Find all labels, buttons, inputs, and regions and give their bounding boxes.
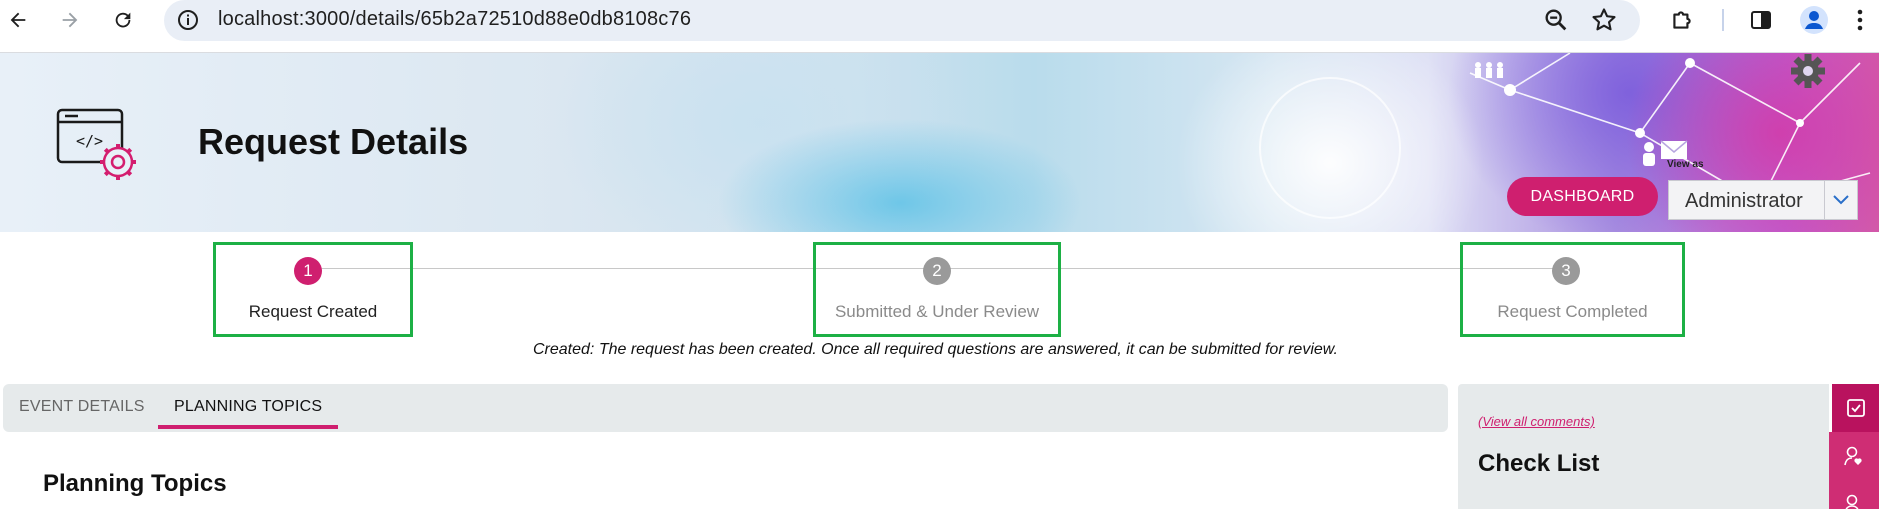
step-number: 2	[923, 257, 951, 285]
code-settings-icon: </>	[56, 108, 140, 186]
zoom-icon[interactable]	[1542, 6, 1570, 34]
role-select-value: Administrator	[1685, 190, 1803, 212]
tab-planning-topics[interactable]: PLANNING TOPICS	[174, 398, 322, 416]
tab-bar: EVENT DETAILS PLANNING TOPICS	[3, 384, 1448, 432]
tab-event-details[interactable]: EVENT DETAILS	[19, 398, 145, 416]
status-message: Created: The request has been created. O…	[533, 341, 1338, 358]
chevron-down-icon[interactable]	[1824, 181, 1857, 219]
checklist-panel: (View all comments) Check List	[1458, 384, 1830, 509]
address-bar[interactable]: localhost:3000/details/65b2a72510d88e0db…	[164, 0, 1640, 41]
side-panel-icon[interactable]	[1745, 4, 1777, 36]
step-label: Request Completed	[1497, 302, 1648, 321]
user-favorite-icon[interactable]	[1829, 432, 1879, 480]
reload-icon[interactable]	[105, 2, 141, 38]
back-arrow-icon[interactable]	[0, 2, 36, 38]
user-icon[interactable]	[1829, 480, 1879, 528]
url-text[interactable]: localhost:3000/details/65b2a72510d88e0db…	[218, 8, 691, 31]
page-title: Request Details	[198, 121, 469, 162]
role-select[interactable]: Administrator	[1668, 180, 1858, 220]
dashboard-button[interactable]: DASHBOARD	[1507, 177, 1658, 216]
extensions-icon[interactable]	[1666, 4, 1698, 36]
gear-icon[interactable]	[1790, 53, 1826, 89]
step-label: Request Created	[248, 302, 378, 321]
step-number: 3	[1552, 257, 1580, 285]
step-label: Submitted & Under Review	[834, 302, 1040, 321]
view-all-comments-link[interactable]: (View all comments)	[1478, 414, 1595, 429]
more-menu-icon[interactable]	[1844, 4, 1876, 36]
header-banner: </> Request Details View as DASHBOARD Ad…	[0, 53, 1879, 232]
svg-text:</>: </>	[76, 132, 103, 150]
toolbar-separator	[1722, 9, 1724, 31]
checklist-title: Check List	[1478, 450, 1600, 477]
star-icon[interactable]	[1590, 6, 1618, 34]
step-number: 1	[294, 257, 322, 285]
checklist-icon[interactable]	[1829, 384, 1879, 432]
forward-arrow-icon[interactable]	[52, 2, 88, 38]
view-as-label: View as	[1667, 159, 1704, 170]
section-title: Planning Topics	[43, 470, 227, 497]
profile-icon[interactable]	[1798, 4, 1830, 36]
step-submitted-under-review: 2 Submitted & Under Review	[813, 242, 1061, 337]
step-request-completed: 3 Request Completed	[1460, 242, 1685, 337]
active-tab-indicator	[158, 425, 338, 429]
step-request-created: 1 Request Created	[213, 242, 413, 337]
side-rail	[1829, 384, 1879, 514]
browser-toolbar: localhost:3000/details/65b2a72510d88e0db…	[0, 0, 1879, 53]
site-info-icon[interactable]	[176, 8, 200, 32]
